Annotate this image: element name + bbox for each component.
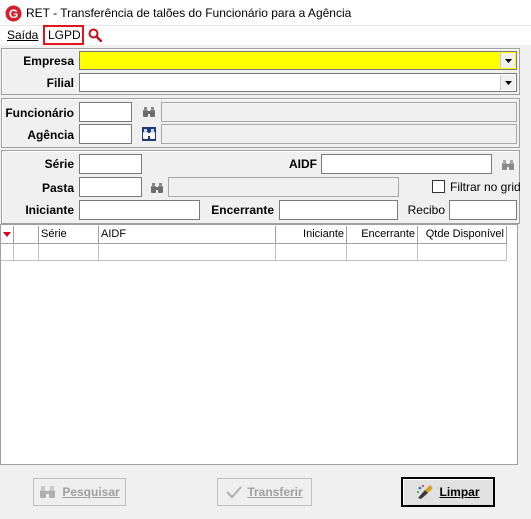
filtrar-label: Filtrar no grid (450, 180, 521, 194)
lgpd-highlight-box (43, 25, 84, 45)
pasta-label: Pasta (41, 181, 74, 195)
grid-header-iniciante[interactable]: Iniciante (276, 226, 347, 244)
pasta-name-display (168, 177, 399, 197)
filial-combo[interactable] (79, 73, 517, 92)
pasta-code-input[interactable] (79, 177, 142, 197)
grid-cell-aidf[interactable] (99, 244, 276, 261)
iniciante-input[interactable] (79, 200, 200, 220)
pesquisar-label: Pesquisar (62, 485, 120, 499)
filial-label: Filial (46, 76, 74, 90)
encerrante-input[interactable] (279, 200, 398, 220)
empresa-combo[interactable] (79, 51, 517, 70)
binoculars-icon[interactable] (142, 127, 156, 141)
agencia-label: Agência (27, 128, 74, 142)
serie-input[interactable] (79, 154, 142, 174)
grid-cell[interactable] (14, 244, 39, 261)
grid-row-indicator[interactable] (1, 244, 14, 261)
grid-header-serie[interactable]: Série (39, 226, 99, 244)
filtrar-checkbox[interactable] (432, 180, 445, 193)
eraser-brush-icon (417, 485, 434, 499)
menu-saida[interactable]: Saída (7, 28, 38, 42)
logo-letter: G (9, 7, 18, 21)
data-grid[interactable]: Série AIDF Iniciante Encerrante Qtde Dis… (0, 224, 518, 465)
app-logo-icon: G (5, 5, 22, 22)
recibo-label: Recibo (407, 203, 445, 217)
chevron-down-icon (505, 59, 512, 63)
grid-indicator-header (1, 226, 14, 244)
window-title: RET - Transferência de talões do Funcion… (26, 6, 352, 20)
encerrante-label: Encerrante (211, 203, 274, 217)
aidf-label: AIDF (289, 157, 317, 171)
binoculars-icon[interactable] (501, 158, 515, 172)
serie-label: Série (44, 157, 74, 171)
empresa-dropdown-button[interactable] (500, 53, 515, 68)
iniciante-label: Iniciante (25, 203, 74, 217)
limpar-button[interactable]: Limpar (401, 477, 495, 507)
binoculars-icon[interactable] (150, 181, 164, 195)
chevron-down-icon (505, 81, 512, 85)
grid-header-col-1[interactable] (14, 226, 39, 244)
limpar-label: Limpar (439, 485, 480, 499)
transferir-button[interactable]: Transferir (217, 478, 312, 506)
pesquisar-button[interactable]: Pesquisar (33, 478, 126, 506)
agencia-code-input[interactable] (79, 124, 132, 144)
binoculars-icon (40, 486, 56, 498)
sort-triangle-icon (3, 232, 11, 237)
grid-cell-encerrante[interactable] (347, 244, 418, 261)
filial-dropdown-button[interactable] (500, 75, 515, 90)
checkmark-icon (226, 486, 243, 499)
grid-header-qtde[interactable]: Qtde Disponível (418, 226, 507, 244)
grid-cell-serie[interactable] (39, 244, 99, 261)
funcionario-name-display (161, 102, 517, 122)
right-edge-panel (518, 224, 531, 465)
empresa-label: Empresa (23, 54, 74, 68)
magnifier-icon[interactable] (88, 28, 103, 43)
aidf-input[interactable] (321, 154, 492, 174)
funcionario-code-input[interactable] (79, 102, 132, 122)
binoculars-icon[interactable] (142, 105, 156, 119)
recibo-input[interactable] (449, 200, 517, 220)
funcionario-label: Funcionário (5, 106, 74, 120)
grid-header-aidf[interactable]: AIDF (99, 226, 276, 244)
menu-saida-label: Saída (7, 28, 39, 42)
grid-header-encerrante[interactable]: Encerrante (347, 226, 418, 244)
grid-cell-qtde[interactable] (418, 244, 507, 261)
grid-cell-iniciante[interactable] (276, 244, 347, 261)
transferir-label: Transferir (247, 485, 303, 499)
agencia-name-display (161, 124, 517, 144)
